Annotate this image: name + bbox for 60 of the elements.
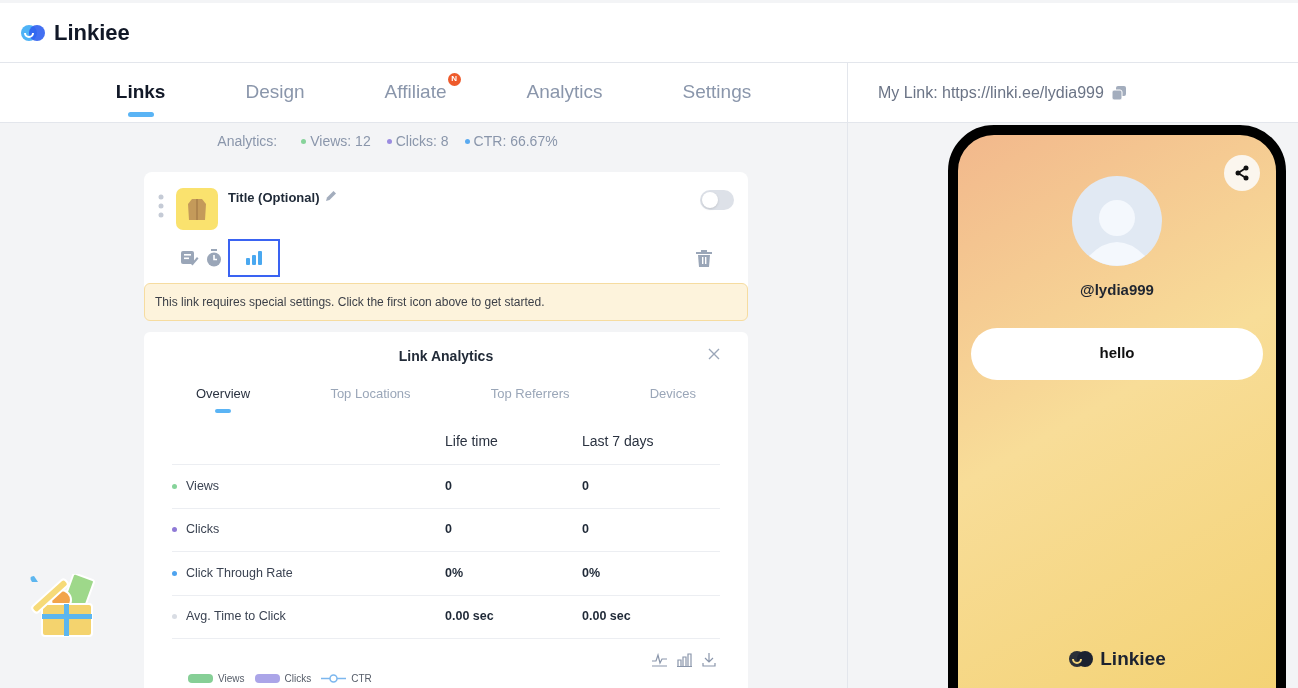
metric-label: Click Through Rate <box>186 564 293 582</box>
legend-label: Views <box>218 672 245 686</box>
panel-tab[interactable]: Devices <box>649 379 696 409</box>
bar-chart-icon[interactable] <box>677 653 692 667</box>
table-cell-text: 0% <box>445 564 465 582</box>
panel-tab[interactable]: Top Referrers <box>490 379 570 409</box>
metric-label: Views <box>186 477 220 495</box>
table-cell-text: 0.00 sec <box>445 608 495 626</box>
column-header: Last 7 days <box>582 432 654 451</box>
logo-icon <box>20 23 46 42</box>
copy-icon[interactable] <box>1111 85 1126 100</box>
panel-tab[interactable]: Overview <box>196 379 251 409</box>
brand-name: Linkiee <box>54 19 130 47</box>
my-link-text: My Link: https://linki.ee/lydia999 <box>878 82 1104 103</box>
active-tab-indicator <box>215 409 232 413</box>
tool-button[interactable] <box>228 239 280 277</box>
timer-icon <box>206 249 222 267</box>
nav-tab[interactable]: Analytics <box>514 62 615 123</box>
metric-label: Avg. Time to Click <box>186 608 286 626</box>
line-chart-icon[interactable] <box>652 653 667 667</box>
summary-stat: Clicks: 8 <box>395 131 449 151</box>
column-header: Life time <box>445 432 499 451</box>
download-icon[interactable] <box>702 653 716 667</box>
trash-icon[interactable] <box>696 249 712 267</box>
table-cell-text: 0 <box>445 477 453 495</box>
nav-tab[interactable]: Affiliate N <box>372 62 459 123</box>
summary-label: Analytics: <box>217 131 278 151</box>
active-tab-indicator <box>127 111 154 117</box>
close-icon[interactable] <box>708 348 720 360</box>
pencil-icon[interactable] <box>325 190 338 202</box>
username: @lydia999 <box>1080 280 1154 300</box>
share-icon <box>1234 165 1250 181</box>
bar-chart-icon <box>246 251 262 265</box>
toggle-switch[interactable] <box>700 190 734 210</box>
panel-title: Link Analytics <box>398 347 494 366</box>
drag-handle-icon[interactable] <box>158 194 164 218</box>
link-button[interactable]: hello <box>971 327 1263 380</box>
legend-label: Clicks <box>284 672 312 686</box>
coat-thumbnail <box>176 188 218 230</box>
summary-stat: Views: 12 <box>310 131 371 151</box>
panel-tab[interactable]: Top Locations <box>330 379 411 409</box>
table-cell-text: 0 <box>445 521 453 539</box>
link-title[interactable]: Title (Optional) <box>228 188 320 208</box>
share-button[interactable] <box>1224 155 1260 191</box>
legend-label: CTR <box>351 672 372 686</box>
table-cell-text: 0% <box>582 564 601 582</box>
nav-tab[interactable]: Settings <box>670 62 764 123</box>
new-badge: N <box>447 72 461 86</box>
summary-stat: CTR: 66.67% <box>473 131 558 151</box>
edit-note-icon <box>181 250 199 266</box>
table-cell-text: 0 <box>582 477 589 495</box>
footer-brand: Linkiee <box>1100 646 1166 671</box>
nav-tab[interactable]: Design <box>233 62 317 123</box>
nav-tab[interactable]: Links <box>103 62 178 123</box>
logo-icon <box>1068 649 1095 668</box>
avatar-icon <box>1072 176 1162 266</box>
table-cell-text: 0 <box>582 521 589 539</box>
notice-banner: This link requires special settings. Click the first icon above to get started. <box>144 283 748 321</box>
table-cell-text: 0.00 sec <box>582 608 631 626</box>
metric-label: Clicks <box>186 521 220 539</box>
